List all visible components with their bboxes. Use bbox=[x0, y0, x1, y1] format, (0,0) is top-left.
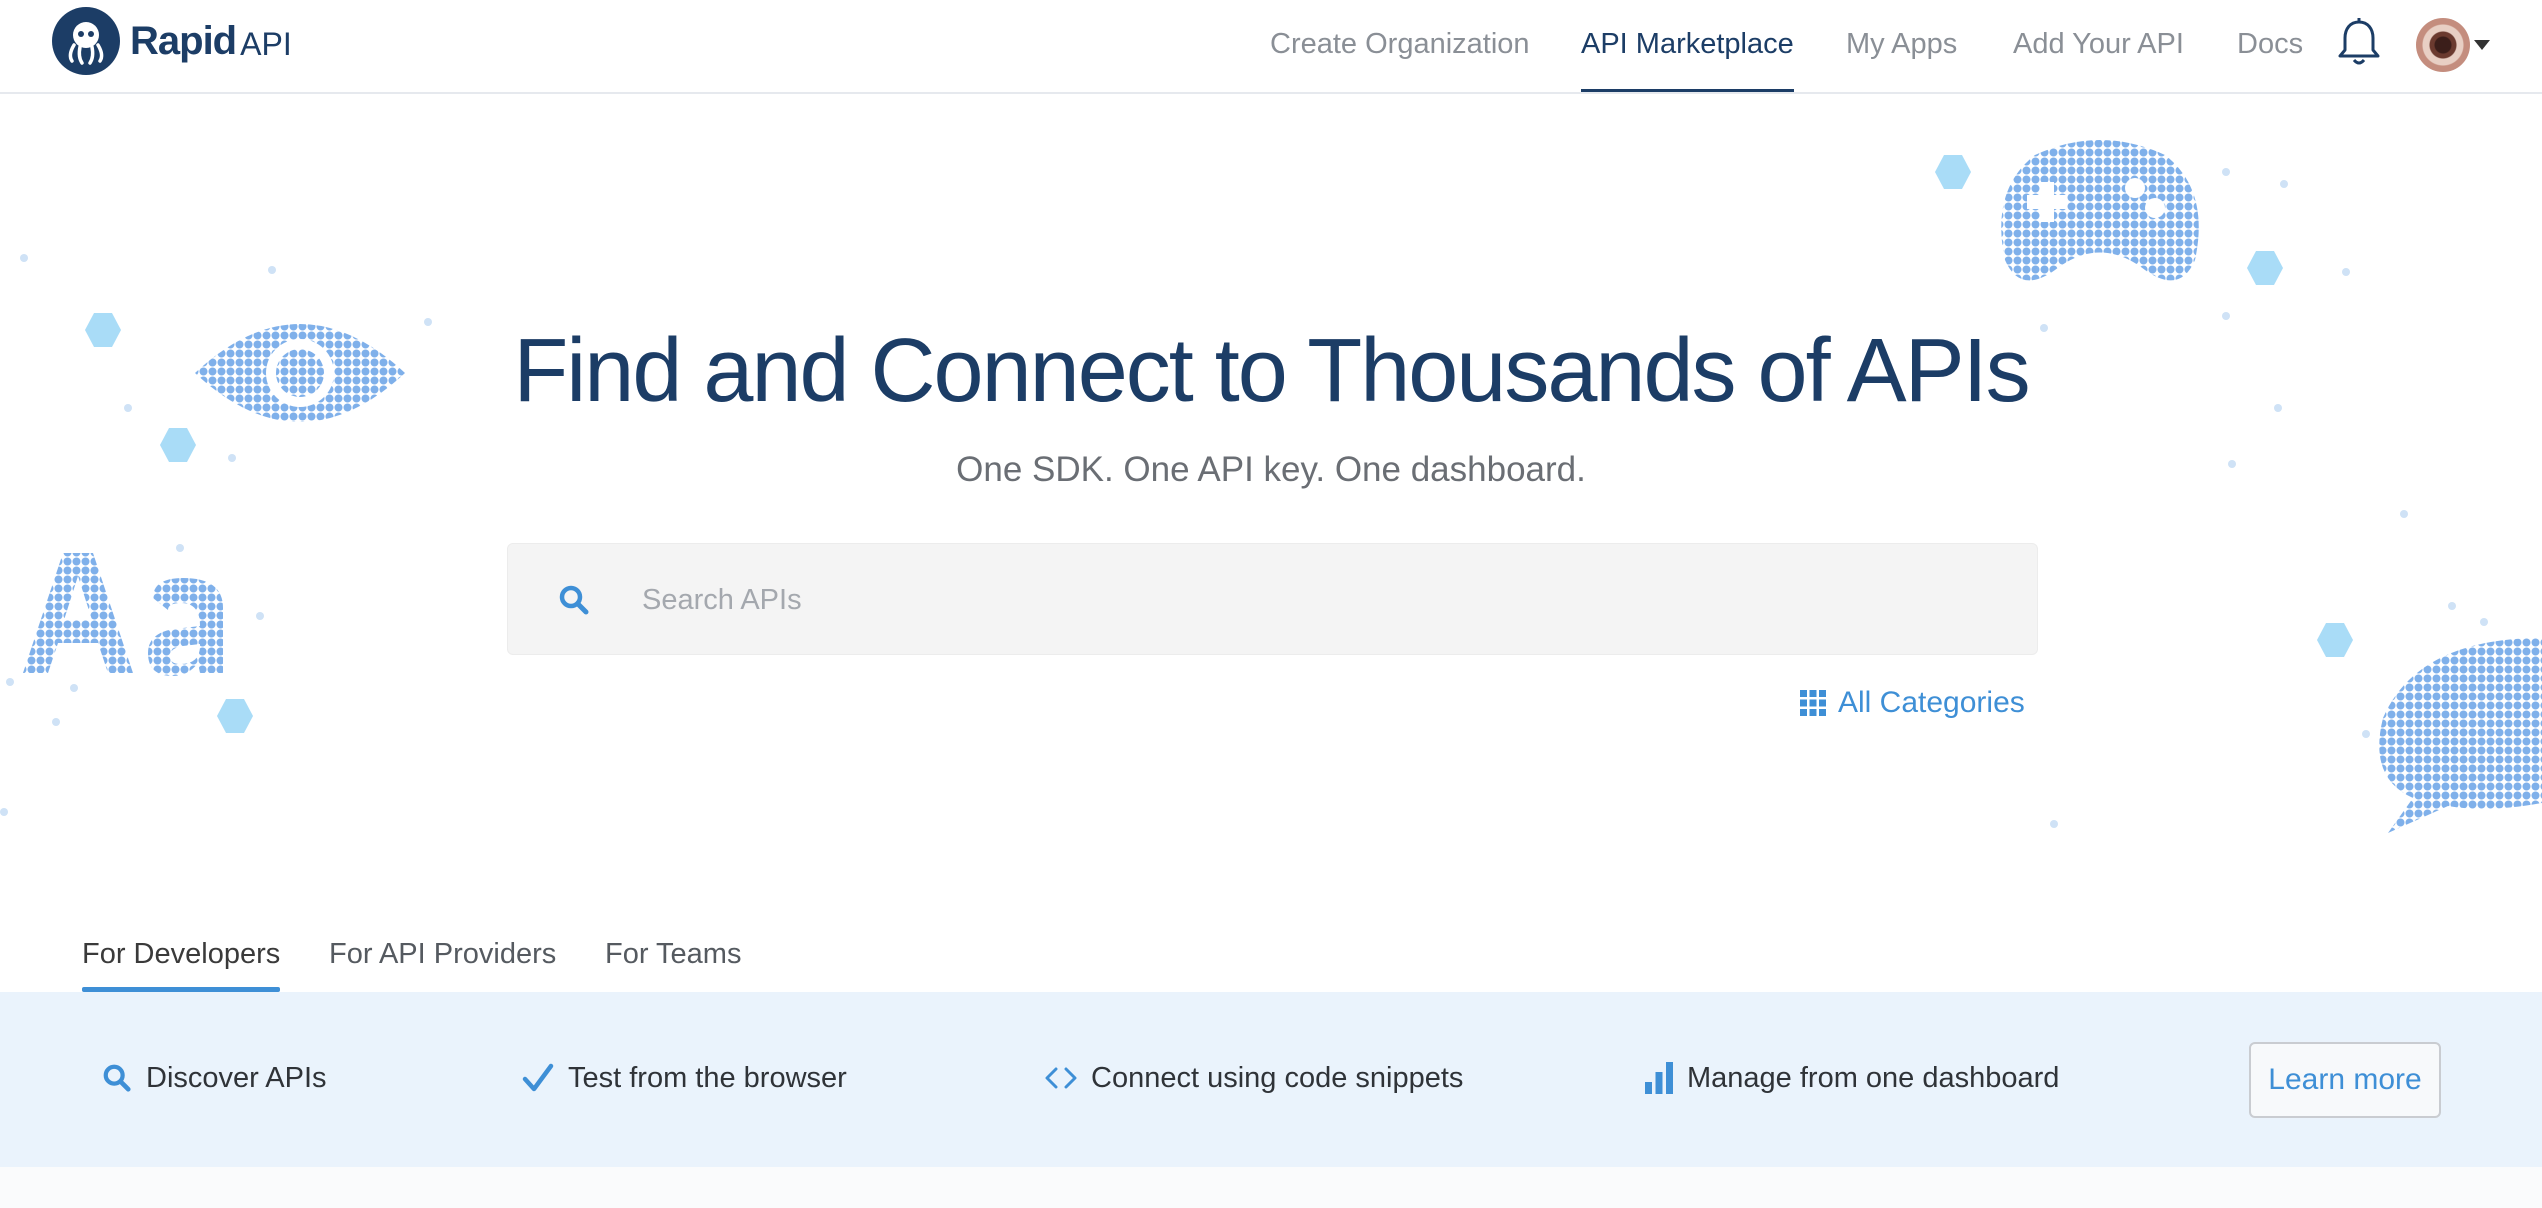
rapidapi-logo[interactable]: Rapid API bbox=[52, 6, 292, 76]
all-categories-label: All Categories bbox=[1838, 686, 2025, 719]
logo-text: Rapid bbox=[130, 18, 237, 63]
tab-for-teams[interactable]: For Teams bbox=[605, 938, 741, 992]
nav-create-organization[interactable]: Create Organization bbox=[1270, 28, 1530, 90]
caret-down-icon[interactable] bbox=[2474, 40, 2490, 50]
avatar[interactable] bbox=[2416, 18, 2470, 72]
logo-suffix: API bbox=[240, 25, 292, 62]
top-navbar: Rapid API Create Organization API Market… bbox=[0, 0, 2542, 94]
feature-label: Test from the browser bbox=[568, 1061, 847, 1094]
search-icon bbox=[103, 1064, 131, 1092]
nav-add-your-api[interactable]: Add Your API bbox=[2013, 28, 2184, 90]
learn-more-button[interactable]: Learn more bbox=[2249, 1042, 2441, 1118]
feature-discover-apis: Discover APIs bbox=[102, 1056, 327, 1100]
page-footer-strip bbox=[0, 1167, 2542, 1208]
nav-my-apps[interactable]: My Apps bbox=[1846, 28, 1957, 90]
tab-for-api-providers[interactable]: For API Providers bbox=[329, 938, 556, 992]
logo-octopus-icon bbox=[52, 7, 120, 75]
feature-code-snippets: Connect using code snippets bbox=[1045, 1056, 1463, 1100]
nav-api-marketplace[interactable]: API Marketplace bbox=[1581, 28, 1794, 92]
grid-icon bbox=[1800, 690, 1826, 716]
search-bar[interactable] bbox=[507, 543, 2038, 656]
feature-label: Manage from one dashboard bbox=[1687, 1061, 2060, 1094]
feature-label: Discover APIs bbox=[146, 1061, 327, 1094]
feature-label: Connect using code snippets bbox=[1091, 1061, 1464, 1094]
features-band: Discover APIs Test from the browser Conn… bbox=[0, 992, 2542, 1167]
code-icon bbox=[1045, 1067, 1077, 1089]
search-input[interactable] bbox=[640, 544, 2004, 656]
bell-icon[interactable] bbox=[2336, 18, 2382, 68]
feature-dashboard: Manage from one dashboard bbox=[1645, 1056, 2059, 1100]
check-icon bbox=[522, 1063, 554, 1092]
scattered-dots-decoration bbox=[0, 168, 2488, 828]
feature-test-from-browser: Test from the browser bbox=[522, 1056, 847, 1100]
bar-chart-icon bbox=[1645, 1062, 1673, 1094]
all-categories-link[interactable]: All Categories bbox=[1800, 683, 2025, 723]
page-title: Find and Connect to Thousands of APIs bbox=[513, 321, 2030, 421]
search-icon bbox=[559, 585, 589, 615]
nav-docs[interactable]: Docs bbox=[2237, 28, 2303, 90]
hero-subtitle: One SDK. One API key. One dashboard. bbox=[956, 450, 1586, 489]
tab-for-developers[interactable]: For Developers bbox=[82, 938, 281, 992]
